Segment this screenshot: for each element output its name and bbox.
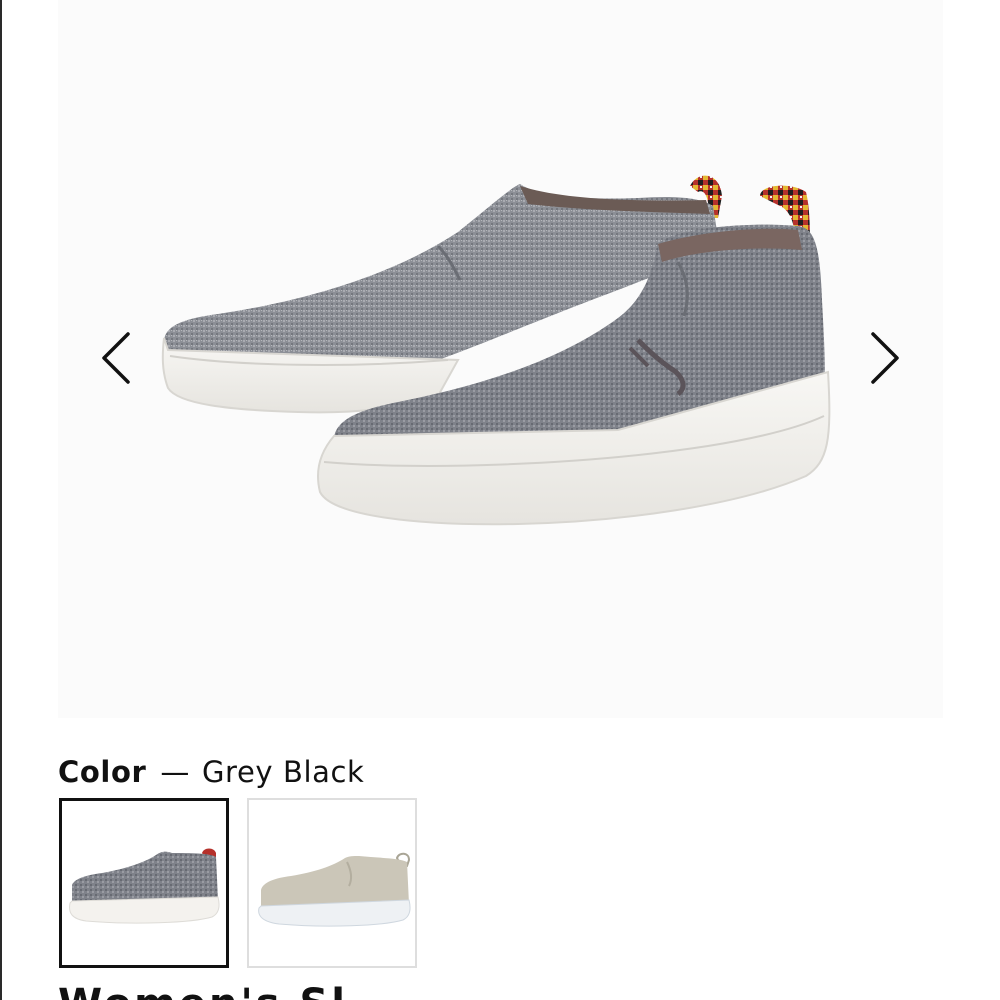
product-main-image: [161, 175, 831, 526]
color-swatch-beige[interactable]: [247, 798, 417, 968]
chevron-left-icon[interactable]: [98, 330, 138, 386]
swatch-image-grey: [69, 848, 220, 924]
chevron-right-icon[interactable]: [863, 330, 903, 386]
color-swatch-grey-black[interactable]: [59, 798, 229, 968]
color-selector-heading: Color — Grey Black: [58, 752, 364, 792]
color-separator: —: [160, 755, 190, 789]
color-label: Color: [58, 755, 147, 789]
product-image-gallery: [58, 0, 943, 718]
swatch-image-beige: [258, 852, 411, 927]
left-border: [0, 0, 2, 1000]
selected-color-value: Grey Black: [201, 755, 365, 789]
product-page: Color — Grey Black Women's Sl: [0, 0, 1000, 1000]
product-title: Women's Sl: [58, 980, 348, 1000]
